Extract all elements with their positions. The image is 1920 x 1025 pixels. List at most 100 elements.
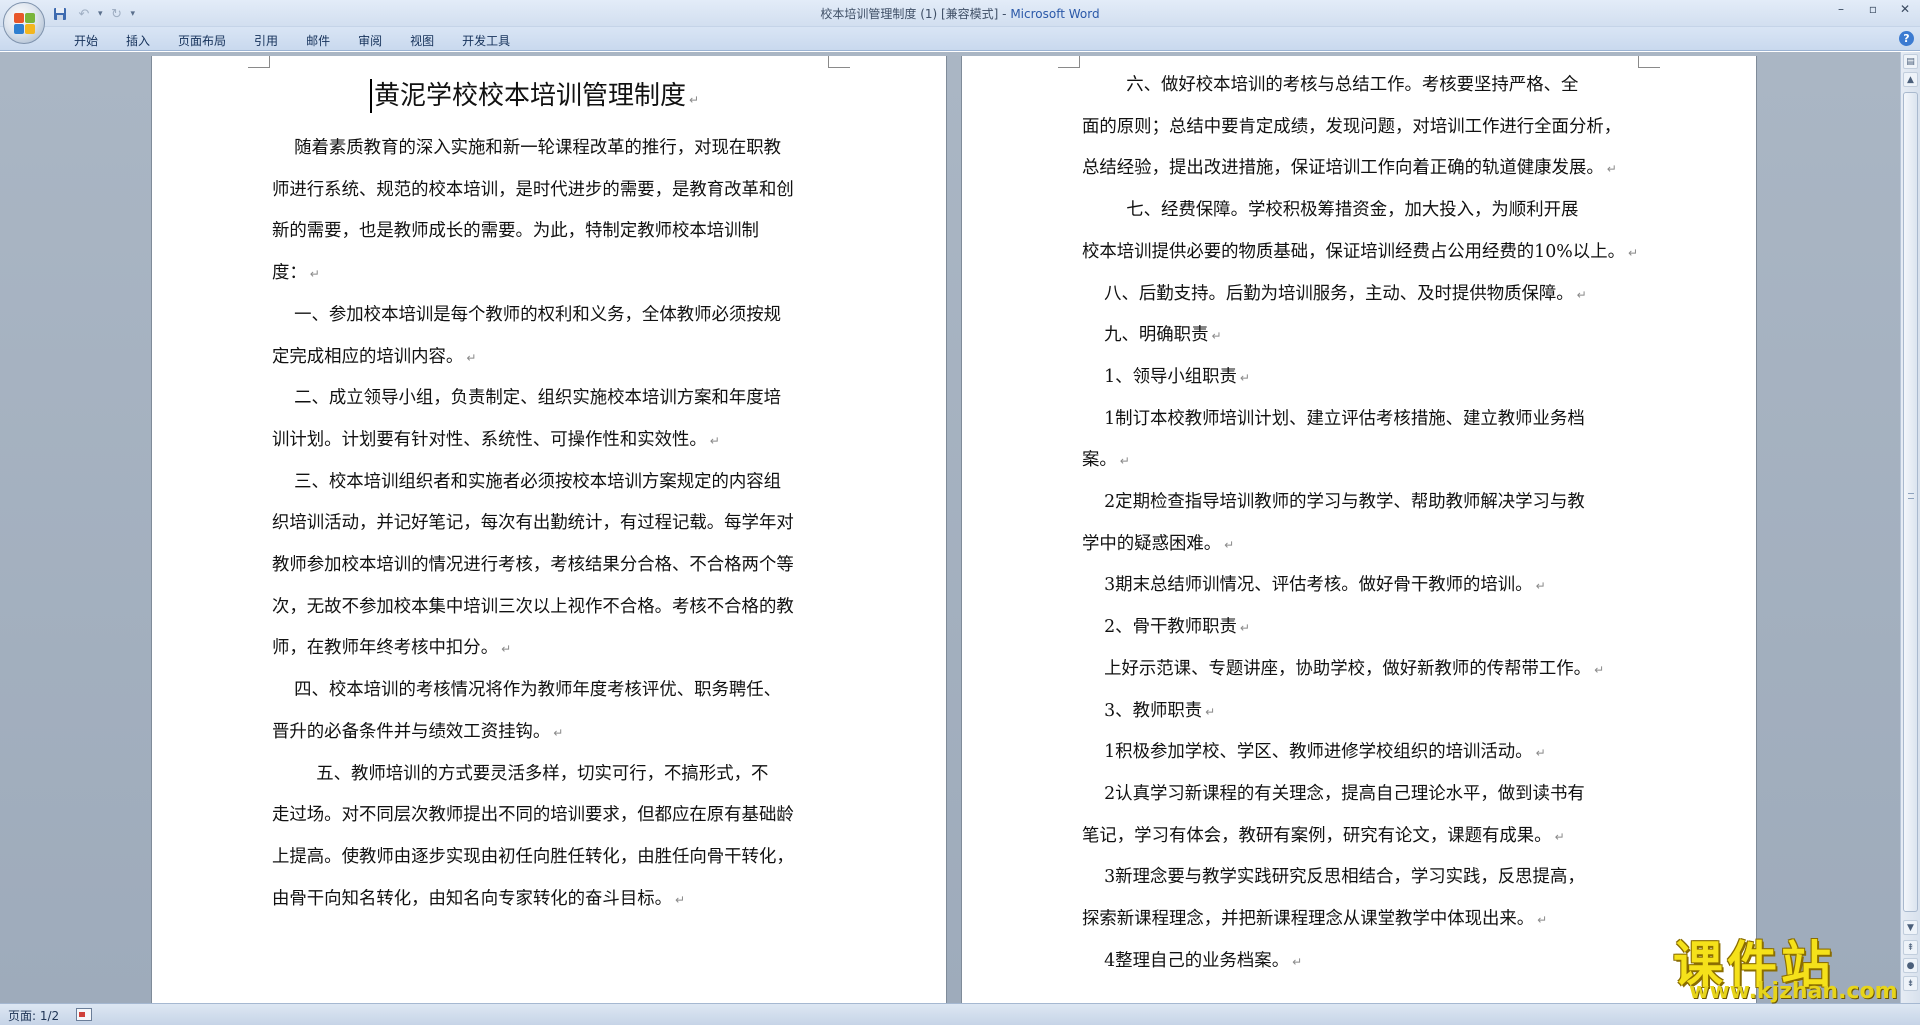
paragraph-line: 学中的疑惑困难。 ↵ — [1082, 533, 1235, 554]
paragraph-line: 四、校本培训的考核情况将作为教师年度考核评优、职务聘任、 — [272, 680, 782, 701]
paragraph-line: 晋升的必备条件并与绩效工资挂钩。 ↵ — [272, 721, 564, 742]
ribbon-tab[interactable]: 邮件 — [292, 30, 344, 49]
page-1[interactable]: 黄泥学校校本培训管理制度 ↵ 随着素质教育的深入实施和新一轮课程改革的推行，对现在… — [152, 56, 946, 1003]
watermark-url: www.kjzhan.com — [1689, 979, 1898, 1004]
paragraph-line: 3、教师职责 ↵ — [1082, 700, 1216, 721]
paragraph-line: 三、校本培训组织者和实施者必须按校本培训方案规定的内容组 — [272, 471, 782, 492]
paragraph-mark-icon: ↵ — [1594, 662, 1605, 677]
paragraph-mark-icon: ↵ — [1606, 162, 1617, 177]
ribbon-tab[interactable]: 开发工具 — [448, 30, 524, 49]
paragraph-mark-icon: ↵ — [501, 642, 512, 657]
close-icon[interactable]: ✕ — [1896, 2, 1914, 16]
crop-mark — [1638, 56, 1660, 68]
ribbon-tab[interactable]: 引用 — [240, 30, 292, 49]
paragraph-line: 六、做好校本培训的考核与总结工作。考核要坚持严格、全 — [1082, 75, 1579, 95]
help-icon[interactable]: ? — [1899, 31, 1914, 46]
paragraph-mark-icon: ↵ — [1554, 829, 1565, 844]
proofing-status-icon[interactable] — [76, 1008, 92, 1021]
office-button[interactable] — [3, 2, 45, 44]
text-cursor — [370, 79, 372, 113]
paragraph-line: 3新理念要与教学实践研究反思相结合，学习实践，反思提高， — [1082, 867, 1585, 888]
paragraph-line: 4整理自己的业务档案。 ↵ — [1082, 950, 1303, 971]
next-page-icon[interactable]: ⇟ — [1903, 976, 1918, 991]
ribbon-tab[interactable]: 审阅 — [344, 30, 396, 49]
ribbon-tab-strip: 开始 插入 页面布局 引用 邮件 审阅 视图 开发工具 ? — [0, 27, 1920, 51]
paragraph-line: 五、教师培训的方式要灵活多样，切实可行，不搞形式，不 — [272, 763, 769, 784]
paragraph-line: 次，无故不参加校本集中培训三次以上视作不合格。考核不合格的教 — [272, 596, 794, 617]
paragraph-line: 走过场。对不同层次教师提出不同的培训要求，但都应在原有基础龄 — [272, 805, 794, 826]
paragraph-line: 案。 ↵ — [1082, 450, 1130, 471]
paragraph-line: 师进行系统、规范的校本培训，是时代进步的需要，是教育改革和创 — [272, 179, 794, 200]
paragraph-line: 1、领导小组职责 ↵ — [1082, 366, 1250, 387]
paragraph-line: 笔记，学习有体会，教研有案例，研究有论文，课题有成果。 ↵ — [1082, 825, 1565, 846]
paragraph-line: 1制订本校教师培训计划、建立评估考核措施、建立教师业务档 — [1082, 408, 1585, 429]
paragraph-mark-icon: ↵ — [1239, 621, 1250, 636]
paragraph-line: 随着素质教育的深入实施和新一轮课程改革的推行，对现在职教 — [272, 138, 782, 158]
paragraph-mark-icon: ↵ — [1576, 287, 1587, 302]
paragraph-line: 总结经验，提出改进措施，保证培训工作向着正确的轨道健康发展。 ↵ — [1082, 158, 1617, 179]
paragraph-mark-icon: ↵ — [1205, 704, 1216, 719]
paragraph-line: 二、成立领导小组，负责制定、组织实施校本培训方案和年度培 — [272, 388, 782, 409]
ribbon-tab[interactable]: 插入 — [112, 30, 164, 49]
page-count[interactable]: 页面: 1/2 — [8, 1007, 59, 1024]
paragraph-line: 3期末总结师训情况、评估考核。做好骨干教师的培训。 ↵ — [1082, 575, 1546, 596]
window-title: 校本培训管理制度 (1) [兼容模式] - Microsoft Word — [0, 5, 1920, 22]
document-name: 校本培训管理制度 (1) [兼容模式] - — [820, 7, 1011, 21]
vertical-scrollbar[interactable]: ▤ ▲ ▼ ⇞ ● ⇟ — [1900, 52, 1920, 1003]
paragraph-line: 校本培训提供必要的物质基础，保证培训经费占公用经费的10%以上。 ↵ — [1082, 241, 1639, 262]
status-bar: 页面: 1/2 — [0, 1003, 1920, 1025]
scroll-down-icon[interactable]: ▼ — [1903, 920, 1918, 935]
paragraph-mark-icon: ↵ — [466, 350, 477, 365]
paragraph-line: 面的原则；总结中要肯定成绩，发现问题，对培训工作进行全面分析， — [1082, 116, 1622, 137]
ribbon-tab[interactable]: 视图 — [396, 30, 448, 49]
paragraph-line: 定完成相应的培训内容。 ↵ — [272, 346, 477, 367]
paragraph-line: 2认真学习新课程的有关理念，提高自己理论水平，做到读书有 — [1082, 783, 1585, 804]
paragraph-line: 教师参加校本培训的情况进行考核，考核结果分合格、不合格两个等 — [272, 555, 794, 575]
paragraph-line: 上好示范课、专题讲座，协助学校，做好新教师的传帮带工作。 ↵ — [1082, 658, 1605, 679]
scroll-up-icon[interactable]: ▲ — [1903, 72, 1918, 87]
window-controls: – ▫ ✕ — [1832, 2, 1914, 16]
crop-mark — [248, 56, 270, 68]
paragraph-line: 七、经费保障。学校积极筹措资金，加大投入，为顺利开展 — [1082, 200, 1579, 221]
paragraph-line: 2定期检查指导培训教师的学习与教学、帮助教师解决学习与教 — [1082, 492, 1585, 512]
paragraph-mark-icon: ↵ — [1535, 746, 1546, 761]
page-2[interactable]: 六、做好校本培训的考核与总结工作。考核要坚持严格、全面的原则；总结中要肯定成绩，… — [962, 56, 1756, 1003]
minimize-icon[interactable]: – — [1832, 2, 1850, 16]
ribbon-tabs: 开始 插入 页面布局 引用 邮件 审阅 视图 开发工具 — [60, 30, 524, 49]
crop-mark — [828, 56, 850, 68]
paragraph-line: 一、参加校本培训是每个教师的权利和义务，全体教师必须按规 — [272, 304, 782, 325]
app-name: Microsoft Word — [1010, 7, 1100, 21]
scrollbar-thumb[interactable] — [1903, 92, 1918, 912]
title-bar: ↶ ▾ ↻ ▾ 校本培训管理制度 (1) [兼容模式] - Microsoft … — [0, 0, 1920, 44]
document-title: 黄泥学校校本培训管理制度 ↵ — [374, 81, 700, 111]
paragraph-mark-icon: ↵ — [1535, 579, 1546, 594]
paragraph-mark-icon: ↵ — [675, 892, 686, 907]
restore-icon[interactable]: ▫ — [1864, 2, 1882, 16]
select-browse-object-icon[interactable]: ● — [1903, 958, 1918, 973]
paragraph-mark-icon: ↵ — [1628, 245, 1639, 260]
paragraph-line: 师，在教师年终考核中扣分。 ↵ — [272, 638, 512, 659]
paragraph-mark-icon: ↵ — [553, 725, 564, 740]
crop-mark — [1058, 56, 1080, 68]
document-workspace: 黄泥学校校本培训管理制度 ↵ 随着素质教育的深入实施和新一轮课程改革的推行，对现在… — [0, 52, 1900, 1003]
paragraph-mark-icon: ↵ — [1211, 329, 1222, 344]
paragraph-line: 度： ↵ — [272, 263, 320, 284]
office-logo-icon — [14, 13, 36, 35]
paragraph-line: 训计划。计划要有针对性、系统性、可操作性和实效性。 ↵ — [272, 429, 720, 450]
paragraph-mark-icon: ↵ — [1224, 537, 1235, 552]
previous-page-icon[interactable]: ⇞ — [1903, 940, 1918, 955]
paragraph-line: 1积极参加学校、学区、教师进修学校组织的培训活动。 ↵ — [1082, 742, 1546, 763]
paragraph-line: 探索新课程理念，并把新课程理念从课堂教学中体现出来。 ↵ — [1082, 909, 1548, 929]
paragraph-mark-icon: ↵ — [709, 433, 720, 448]
paragraph-line: 由骨干向知名转化，由知名向专家转化的奋斗目标。 ↵ — [272, 888, 686, 909]
paragraph-mark-icon: ↵ — [1239, 370, 1250, 385]
paragraph-line: 九、明确职责 ↵ — [1082, 325, 1222, 346]
paragraph-mark-icon: ↵ — [1537, 913, 1548, 927]
paragraph-line: 八、后勤支持。后勤为培训服务，主动、及时提供物质保障。 ↵ — [1082, 283, 1587, 304]
paragraph-mark-icon: ↵ — [1119, 454, 1130, 469]
watermark-logo: 课件站 www.kjzhan.com — [1665, 925, 1905, 1005]
ribbon-tab[interactable]: 开始 — [60, 30, 112, 49]
ruler-toggle-icon[interactable]: ▤ — [1903, 54, 1918, 69]
paragraph-line: 2、骨干教师职责 ↵ — [1082, 617, 1250, 638]
ribbon-tab[interactable]: 页面布局 — [164, 30, 240, 49]
